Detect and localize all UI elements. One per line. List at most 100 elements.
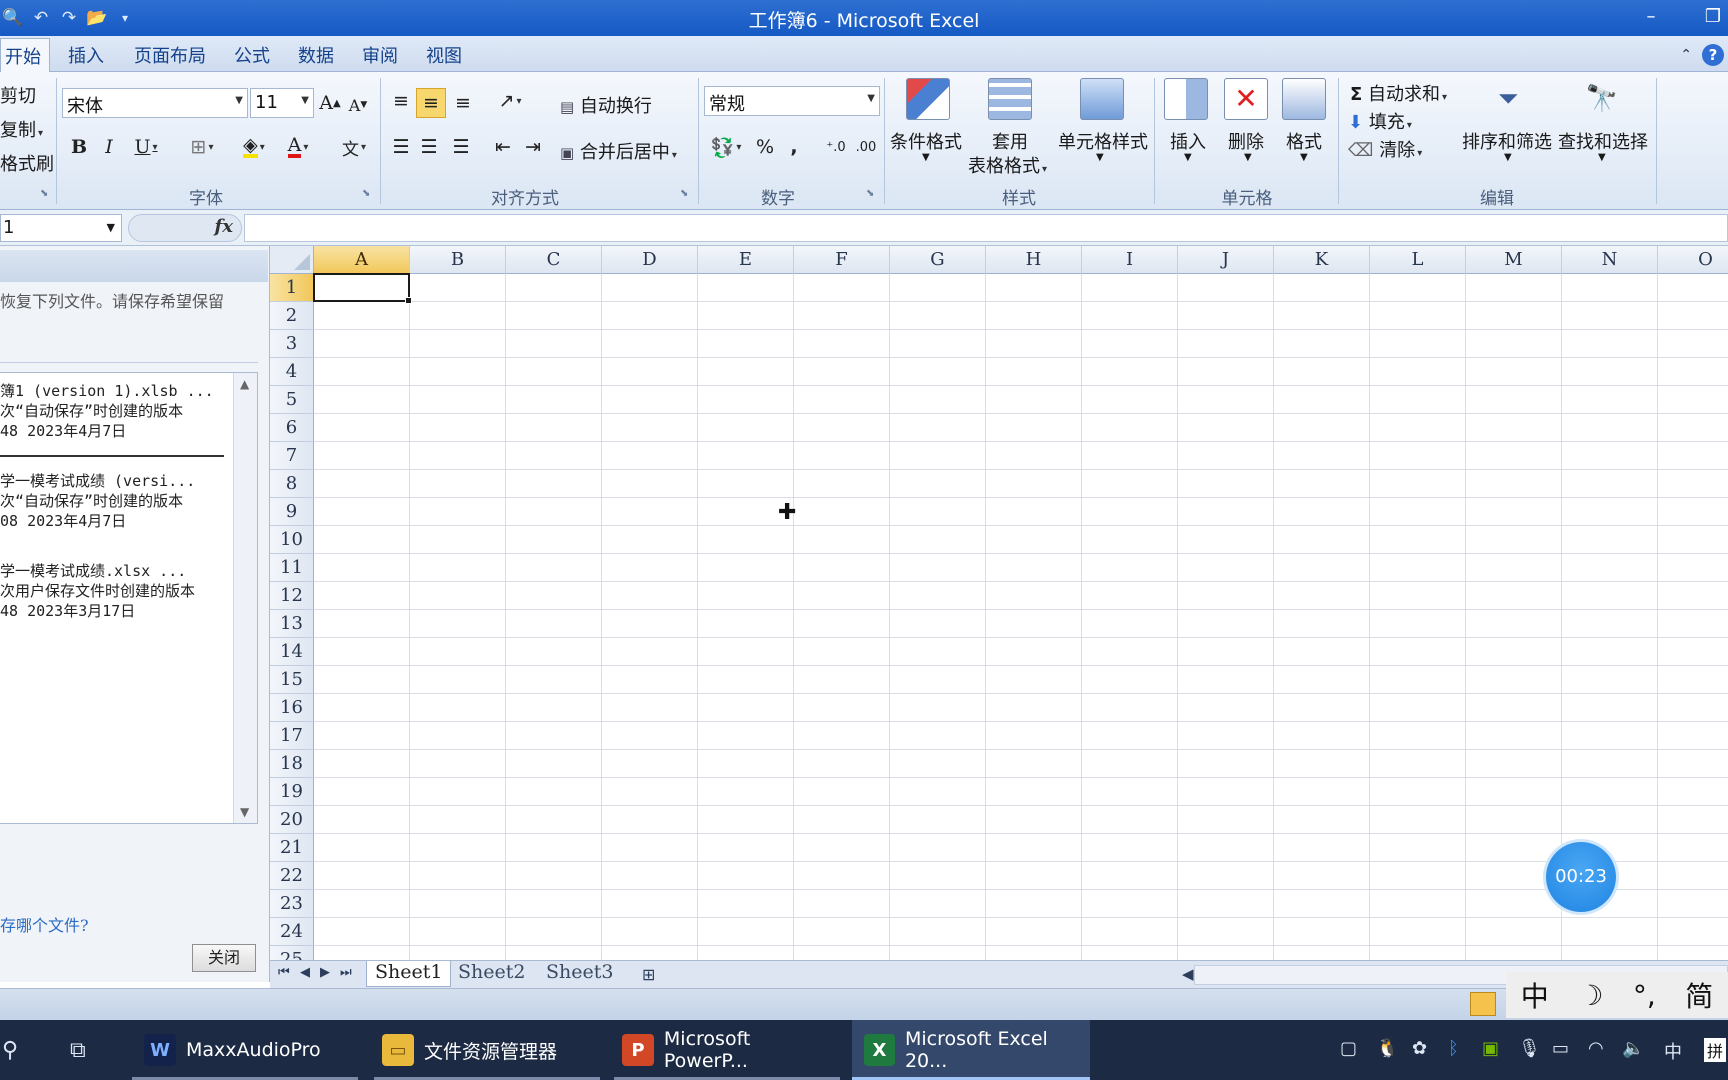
pane-help-link[interactable]: 存哪个文件? — [0, 912, 89, 936]
align-center-icon[interactable]: ☰ — [416, 134, 442, 160]
bluetooth-icon[interactable]: ᛒ — [1448, 1038, 1459, 1059]
name-box[interactable]: 1 ▼ — [0, 214, 122, 242]
font-name-combo[interactable]: 宋体 ▼ — [62, 88, 248, 118]
help-icon[interactable]: ? — [1702, 44, 1724, 66]
currency-format-icon[interactable]: 💱 ▾ — [706, 134, 746, 160]
select-all-corner[interactable] — [270, 246, 314, 274]
row-header-1[interactable]: 1 — [270, 274, 314, 302]
list-item[interactable]: 学一模考试成绩 (versi... 次“自动保存”时创建的版本 08 2023年… — [0, 471, 228, 531]
last-sheet-icon[interactable]: ⏭ — [340, 965, 352, 980]
next-sheet-icon[interactable]: ▶ — [320, 965, 330, 980]
taskbar-item-powerpoint[interactable]: P Microsoft PowerP... — [614, 1020, 840, 1080]
increase-decimal-icon[interactable]: ⁺.0 — [822, 134, 850, 160]
show-desktop-icon[interactable]: ▢ — [1340, 1038, 1357, 1059]
ime-script[interactable]: 简 — [1685, 975, 1713, 1015]
row-header-22[interactable]: 22 — [270, 862, 314, 890]
column-header-h[interactable]: H — [986, 246, 1082, 274]
font-color-icon[interactable]: A ▾ — [280, 134, 316, 160]
taskbar-item-file-explorer[interactable]: ▭ 文件资源管理器 — [374, 1020, 600, 1080]
app-tray-icon[interactable]: ✿ — [1412, 1038, 1427, 1059]
timer-badge[interactable]: 00:23 — [1546, 842, 1616, 912]
sheet-tab-2[interactable]: Sheet2 — [450, 961, 533, 987]
row-header-20[interactable]: 20 — [270, 806, 314, 834]
list-item[interactable]: 簿1 (version 1).xlsb ... 次“自动保存”时创建的版本 48… — [0, 381, 228, 441]
row-header-4[interactable]: 4 — [270, 358, 314, 386]
column-header-c[interactable]: C — [506, 246, 602, 274]
row-header-14[interactable]: 14 — [270, 638, 314, 666]
column-header-l[interactable]: L — [1370, 246, 1466, 274]
shrink-font-icon[interactable]: A ▼ — [346, 92, 370, 118]
insert-cells-button[interactable]: 插入 — [1170, 128, 1206, 154]
align-top-icon[interactable]: ≡ — [388, 88, 414, 114]
cell-styles-button[interactable]: 单元格样式 — [1058, 128, 1148, 154]
row-header-23[interactable]: 23 — [270, 890, 314, 918]
search-icon[interactable]: ⚲ — [2, 1038, 18, 1063]
align-middle-icon[interactable]: ≡ — [416, 88, 446, 118]
tab-page-layout[interactable]: 页面布局 — [134, 42, 206, 68]
table-format-label-1[interactable]: 套用 — [992, 128, 1028, 154]
taskbar-item-excel[interactable]: X Microsoft Excel 20... — [852, 1020, 1090, 1080]
minimize-ribbon-icon[interactable]: ⌃ — [1680, 47, 1692, 63]
autosum-button[interactable]: Σ 自动求和 ▾ — [1350, 80, 1447, 106]
tab-insert[interactable]: 插入 — [68, 42, 104, 68]
active-cell[interactable] — [313, 273, 412, 304]
restore-icon[interactable]: ❐ — [1702, 6, 1724, 27]
fill-color-icon[interactable]: ◈ ▾ — [236, 134, 272, 160]
column-header-a[interactable]: A — [314, 246, 410, 274]
percent-icon[interactable]: % — [752, 134, 778, 160]
close-button[interactable]: 关闭 — [192, 944, 256, 972]
list-item[interactable]: 学一模考试成绩.xlsx ... 次用户保存文件时创建的版本 48 2023年3… — [0, 561, 228, 621]
tab-review[interactable]: 审阅 — [362, 42, 398, 68]
font-launcher-icon[interactable]: ⬊ — [362, 188, 370, 199]
row-header-3[interactable]: 3 — [270, 330, 314, 358]
table-format-button[interactable]: 表格格式 ▾ — [968, 152, 1047, 178]
list-scrollbar[interactable]: ▲ ▼ — [233, 373, 257, 823]
conditional-format-button[interactable]: 条件格式 — [890, 128, 962, 154]
align-left-icon[interactable]: ☰ — [388, 134, 414, 160]
battery-icon[interactable]: ▭ — [1552, 1038, 1569, 1059]
orientation-icon[interactable]: ↗ ▾ — [490, 88, 530, 114]
clear-button[interactable]: ⌫ 清除 ▾ — [1348, 136, 1422, 162]
row-header-21[interactable]: 21 — [270, 834, 314, 862]
number-launcher-icon[interactable]: ⬊ — [866, 188, 874, 199]
row-header-5[interactable]: 5 — [270, 386, 314, 414]
row-header-19[interactable]: 19 — [270, 778, 314, 806]
volume-icon[interactable]: 🔈 — [1622, 1038, 1644, 1059]
prev-sheet-icon[interactable]: ◀ — [300, 965, 310, 980]
ime-moon-icon[interactable]: ☽ — [1578, 979, 1603, 1012]
row-header-15[interactable]: 15 — [270, 666, 314, 694]
column-header-o[interactable]: O — [1658, 246, 1728, 274]
first-sheet-icon[interactable]: ⏮ — [278, 965, 290, 980]
recovered-file-list[interactable]: 簿1 (version 1).xlsb ... 次“自动保存”时创建的版本 48… — [0, 372, 258, 824]
tab-data[interactable]: 数据 — [298, 42, 334, 68]
tab-formulas[interactable]: 公式 — [234, 42, 270, 68]
minimize-icon[interactable]: – — [1640, 6, 1662, 27]
task-view-icon[interactable]: ⧉ — [70, 1038, 86, 1063]
underline-icon[interactable]: U ▾ — [128, 134, 164, 160]
tray-ime[interactable]: 拼 — [1704, 1038, 1727, 1062]
sort-filter-button[interactable]: 排序和筛选 — [1462, 128, 1552, 154]
row-header-8[interactable]: 8 — [270, 470, 314, 498]
scroll-down-icon[interactable]: ▼ — [240, 805, 249, 819]
row-header-6[interactable]: 6 — [270, 414, 314, 442]
row-header-12[interactable]: 12 — [270, 582, 314, 610]
scroll-left-icon[interactable]: ◀ — [1182, 965, 1194, 983]
tray-language[interactable]: 中 — [1664, 1038, 1682, 1064]
column-header-m[interactable]: M — [1466, 246, 1562, 274]
bold-icon[interactable]: B — [66, 134, 92, 160]
tab-home[interactable]: 开始 — [0, 38, 50, 73]
column-header-g[interactable]: G — [890, 246, 986, 274]
font-size-combo[interactable]: 11 ▼ — [250, 88, 314, 118]
row-header-7[interactable]: 7 — [270, 442, 314, 470]
ime-punctuation[interactable]: °, — [1633, 979, 1656, 1012]
number-format-combo[interactable]: 常规 ▼ — [704, 86, 880, 116]
format-painter-button[interactable]: 格式刷 — [0, 150, 54, 176]
row-header-17[interactable]: 17 — [270, 722, 314, 750]
ime-mode[interactable]: 中 — [1521, 975, 1549, 1015]
column-header-b[interactable]: B — [410, 246, 506, 274]
tab-view[interactable]: 视图 — [426, 42, 462, 68]
increase-indent-icon[interactable]: ⇥ — [520, 134, 546, 160]
wrap-text-button[interactable]: ▤ 自动换行 — [560, 92, 652, 118]
row-header-11[interactable]: 11 — [270, 554, 314, 582]
row-header-16[interactable]: 16 — [270, 694, 314, 722]
